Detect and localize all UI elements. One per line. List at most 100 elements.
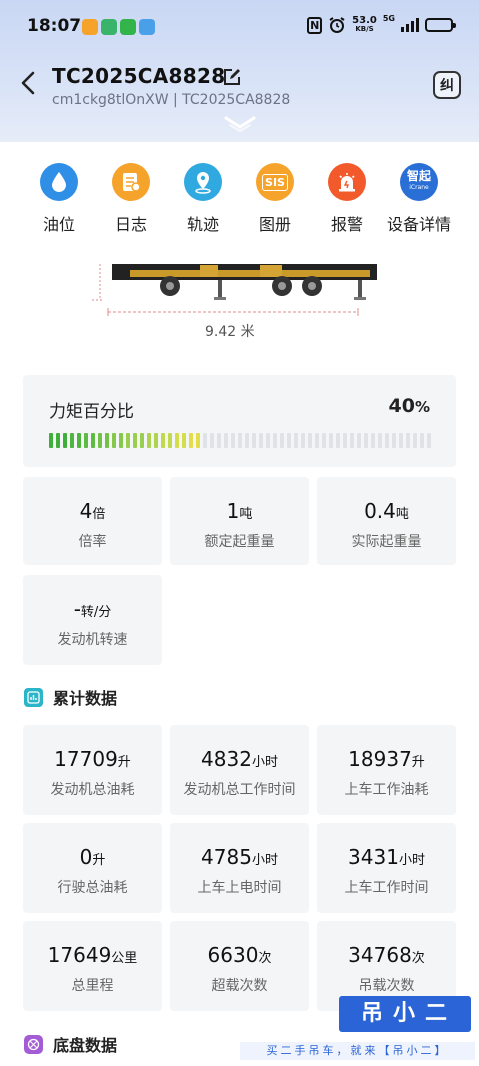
section-cumulative-header: 累计数据 <box>24 685 117 709</box>
stat-value: 3431 <box>348 845 399 869</box>
stat-unit: 吨 <box>239 507 253 522</box>
stat-label: 超载次数 <box>211 978 268 994</box>
section-title: 底盘数据 <box>53 1036 118 1055</box>
stat-label: 上车上电时间 <box>197 880 282 896</box>
torque-bar-segment <box>329 433 333 448</box>
torque-bar-segment <box>56 433 60 448</box>
stat-unit: 升 <box>92 853 106 868</box>
torque-bar-segment <box>119 433 123 448</box>
stat-value: 1 <box>226 499 240 523</box>
torque-bar-segment <box>182 433 186 448</box>
back-button[interactable] <box>18 70 40 96</box>
app-notification-icon <box>139 19 155 35</box>
torque-bar-segment <box>259 433 263 448</box>
torque-bar-segment <box>84 433 88 448</box>
torque-title: 力矩百分比 <box>49 402 134 422</box>
stat-value: 4 <box>79 499 93 523</box>
app-notification-icon <box>82 19 98 35</box>
stat-label: 总里程 <box>71 978 114 994</box>
net-speed-unit: KB/S <box>355 25 374 33</box>
torque-bar-segment <box>203 433 207 448</box>
torque-bar-segment <box>238 433 242 448</box>
torque-bar-segment <box>168 433 172 448</box>
torque-bar-segment <box>343 433 347 448</box>
torque-bar-segment <box>112 433 116 448</box>
action-track[interactable]: 轨迹 <box>167 160 239 235</box>
torque-bar-segment <box>364 433 368 448</box>
torque-bar-segment <box>308 433 312 448</box>
torque-bar-segment <box>217 433 221 448</box>
edit-icon[interactable] <box>222 67 242 87</box>
torque-bar-segment <box>378 433 382 448</box>
torque-unit: % <box>414 398 430 416</box>
torque-bar-segment <box>63 433 67 448</box>
cumulative-stat-card: 17649公里总里程 <box>23 921 162 1011</box>
stat-value: 0.4 <box>364 499 396 523</box>
bar-chart-icon <box>24 687 43 707</box>
torque-bar-segment <box>287 433 291 448</box>
droplet-icon <box>40 163 78 201</box>
stat-label: 发动机总油耗 <box>50 782 135 798</box>
torque-card: 力矩百分比 40% <box>23 375 456 467</box>
torque-bar-segment <box>175 433 179 448</box>
action-label: 设备详情 <box>386 215 451 234</box>
net-speed-value: 53.0 <box>352 15 377 26</box>
network-type: 5G <box>382 14 395 23</box>
stat-value: - <box>73 597 81 621</box>
torque-bar-segment <box>231 433 235 448</box>
stat-unit: 小时 <box>398 853 425 868</box>
watermark-brand: 吊小二 <box>339 996 471 1032</box>
stat-unit: 次 <box>411 951 425 966</box>
alarm-clock-icon <box>328 16 346 34</box>
icrane-icon-subtext: iCrane <box>409 184 429 191</box>
stat-label: 发动机转速 <box>57 632 128 648</box>
action-oil-level[interactable]: 油位 <box>23 160 95 235</box>
stat-card: -转/分 发动机转速 <box>23 575 162 665</box>
stat-unit: 公里 <box>111 951 138 966</box>
torque-bar-segment <box>147 433 151 448</box>
torque-bar-segment <box>385 433 389 448</box>
torque-progress-bar <box>49 433 431 448</box>
action-alarm[interactable]: 报警 <box>311 160 383 235</box>
stat-label: 额定起重量 <box>204 534 275 550</box>
torque-bar-segment <box>105 433 109 448</box>
sis-icon-text: SIS <box>262 173 288 191</box>
notification-icons <box>82 19 155 35</box>
status-bar: 18:07 N 53.0 KB/S 5G <box>0 0 479 54</box>
stat-unit: 小时 <box>251 853 278 868</box>
expand-chevron-icon[interactable] <box>222 114 258 134</box>
action-atlas[interactable]: SIS 图册 <box>239 160 311 235</box>
battery-icon <box>425 18 456 32</box>
stat-card: 0.4吨 实际起重量 <box>317 477 456 565</box>
stat-label: 行驶总油耗 <box>57 880 128 896</box>
action-label: 轨迹 <box>186 215 219 234</box>
stat-unit: 升 <box>411 755 425 770</box>
torque-bar-segment <box>189 433 193 448</box>
correction-button[interactable]: 纠 <box>433 71 461 99</box>
cumulative-stat-card: 4832小时 发动机总工作时间 <box>170 725 309 815</box>
stat-label: 上车工作油耗 <box>344 782 429 798</box>
stat-value: 18937 <box>348 747 412 771</box>
stat-value: 17649 <box>47 943 112 967</box>
action-log[interactable]: 日志 <box>95 160 167 235</box>
cumulative-stat-card: 17709升发动机总油耗 <box>23 725 162 815</box>
action-label: 日志 <box>114 215 147 234</box>
stat-unit: 小时 <box>251 755 278 770</box>
torque-number: 40 <box>388 395 415 417</box>
log-icon <box>112 163 150 201</box>
torque-bar-segment <box>126 433 130 448</box>
phone-notification-icon <box>120 19 136 35</box>
alarm-icon <box>328 163 366 201</box>
stat-value: 17709 <box>54 747 118 771</box>
cumulative-stat-card: 6630次 超载次数 <box>170 921 309 1011</box>
action-device-details[interactable]: 智起 iCrane 设备详情 <box>383 160 455 235</box>
stat-card: 4倍 倍率 <box>23 477 162 565</box>
crane-length-label: 9.42 米 <box>205 324 255 340</box>
stat-unit: 升 <box>117 755 131 770</box>
torque-bar-segment <box>196 433 200 448</box>
stat-unit: 次 <box>258 951 272 966</box>
torque-value: 40% <box>389 395 430 417</box>
app-notification-icon <box>101 19 117 35</box>
cumulative-stat-card: 4785小时 上车上电时间 <box>170 823 309 913</box>
torque-bar-segment <box>294 433 298 448</box>
